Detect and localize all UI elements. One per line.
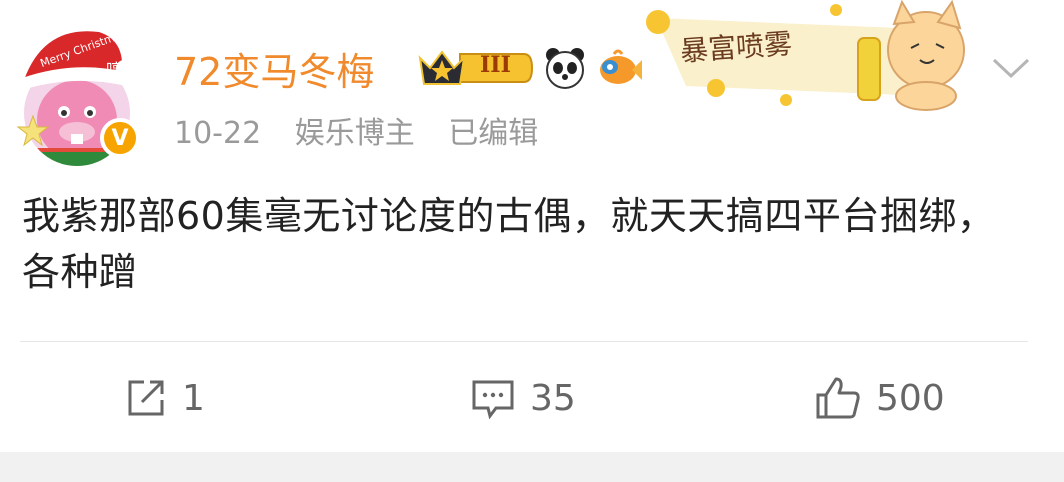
- edited-label[interactable]: 已编辑: [448, 116, 538, 151]
- post-content: 我紫那部60集毫无讨论度的古偶，就天天搞四平台捆绑，各种蹭: [22, 194, 996, 294]
- post-meta: 10-22 娱乐博主 已编辑: [174, 112, 562, 156]
- like-button[interactable]: 500: [814, 368, 945, 428]
- comment-button[interactable]: 35: [470, 368, 576, 428]
- thumbs-up-icon: [816, 377, 860, 419]
- repost-count: 1: [182, 377, 205, 419]
- vip-badge[interactable]: III: [416, 46, 534, 90]
- banner-text: 暴富喷雾: [679, 27, 794, 68]
- post-date: 10-22: [174, 116, 262, 151]
- username[interactable]: 72变马冬梅: [174, 46, 374, 98]
- comment-count: 35: [530, 377, 576, 419]
- verified-badge: V: [100, 118, 140, 158]
- share-icon: [128, 380, 164, 416]
- divider: [20, 341, 1028, 342]
- star-icon: [16, 114, 50, 147]
- author-role: 娱乐博主: [294, 116, 415, 151]
- bottom-separator: [0, 452, 1064, 482]
- chevron-down-icon[interactable]: [990, 52, 1032, 84]
- panda-icon[interactable]: [543, 46, 587, 90]
- repost-button[interactable]: 1: [124, 368, 205, 428]
- avatar-side-tag: 哼: [106, 60, 123, 79]
- vip-level: III: [480, 52, 511, 78]
- like-count: 500: [876, 377, 945, 419]
- comment-icon: [472, 380, 514, 420]
